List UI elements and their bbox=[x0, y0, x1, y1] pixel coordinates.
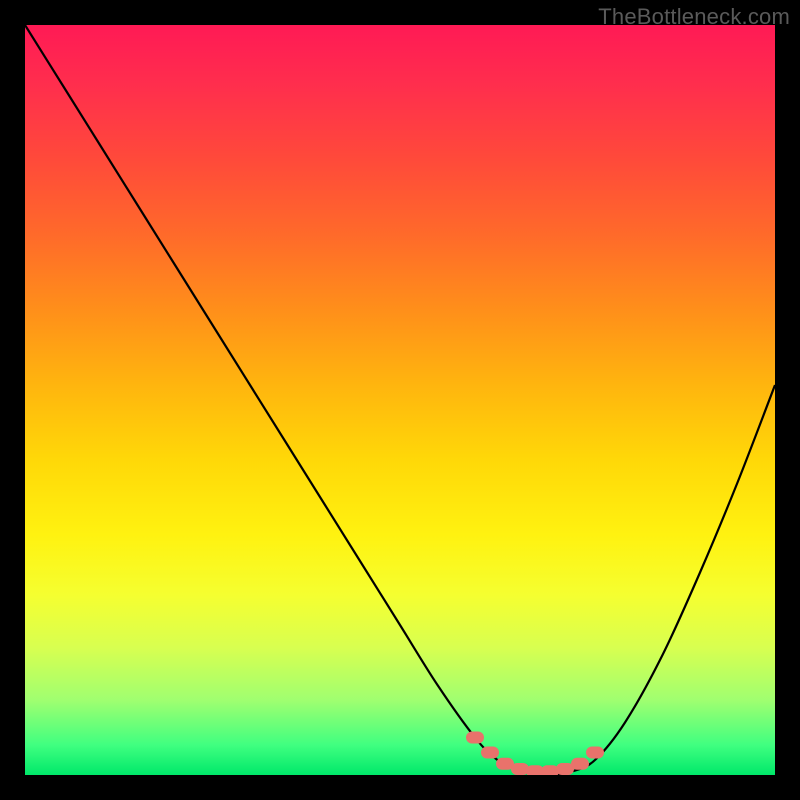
trough-marker-dot bbox=[481, 747, 499, 759]
trough-marker-dot bbox=[586, 747, 604, 759]
trough-marker-dot bbox=[466, 732, 484, 744]
trough-marker-dot bbox=[511, 763, 529, 775]
watermark-text: TheBottleneck.com bbox=[598, 4, 790, 30]
bottleneck-curve-line bbox=[25, 25, 775, 775]
chart-plot-area bbox=[25, 25, 775, 775]
trough-marker-dot bbox=[571, 758, 589, 770]
trough-marker-group bbox=[466, 732, 604, 776]
chart-svg bbox=[25, 25, 775, 775]
